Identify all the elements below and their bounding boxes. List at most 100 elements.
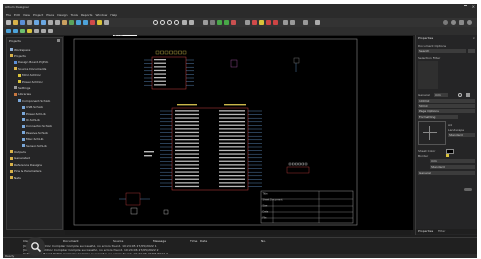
place-icon[interactable]: [231, 20, 236, 25]
tree-item[interactable]: Libraries: [14, 92, 31, 97]
snap-grid-field[interactable]: 50mil: [418, 104, 475, 108]
tab-properties[interactable]: Properties: [418, 229, 433, 233]
menu-view[interactable]: View: [23, 13, 30, 17]
settings-small-icon[interactable]: [466, 93, 470, 97]
layer-icon[interactable]: [259, 20, 264, 25]
tree-item[interactable]: Projects: [10, 53, 26, 58]
tree-item[interactable]: Connector.SchLib: [22, 124, 52, 129]
move-icon[interactable]: [189, 20, 194, 25]
zoom-selected-icon[interactable]: [174, 20, 179, 25]
check-icon[interactable]: [224, 20, 229, 25]
page-options-field[interactable]: Page Options: [418, 109, 475, 113]
grid-icon[interactable]: [210, 20, 215, 25]
tree-item[interactable]: Design Board.PrjPcb: [14, 60, 48, 65]
net-color-icon[interactable]: [252, 20, 257, 25]
tree-item[interactable]: IC.SchLib: [22, 117, 40, 122]
redo-icon[interactable]: [41, 20, 46, 25]
wire-icon[interactable]: [76, 20, 81, 25]
library-icon[interactable]: [41, 29, 46, 33]
compare-icon[interactable]: [34, 29, 39, 33]
column-source[interactable]: Source: [113, 239, 123, 243]
minimize-button[interactable]: [464, 5, 467, 6]
line-icon[interactable]: [290, 20, 295, 25]
zoom-in-icon[interactable]: [153, 20, 158, 25]
lens-button[interactable]: [26, 237, 45, 256]
column-no[interactable]: No.: [261, 239, 266, 243]
harness-icon[interactable]: [20, 29, 25, 33]
filter-icon[interactable]: [6, 29, 11, 33]
new-icon[interactable]: [6, 20, 11, 25]
menu-place[interactable]: Place: [46, 13, 54, 17]
tree-item[interactable]: Component.SchLib: [18, 98, 50, 103]
tree-item[interactable]: Misc.SchLib: [22, 137, 43, 142]
text-frame-icon[interactable]: [48, 29, 53, 33]
menu-edit[interactable]: Edit: [14, 13, 20, 17]
print-icon[interactable]: [27, 20, 32, 25]
tree-item[interactable]: Sensor.SchLib: [22, 143, 47, 148]
notification-icon[interactable]: [459, 20, 464, 25]
undo-icon[interactable]: [34, 20, 39, 25]
gear-icon[interactable]: [451, 20, 456, 25]
cut-icon[interactable]: [48, 20, 53, 25]
menu-reports[interactable]: Reports: [81, 13, 93, 17]
title-block-field[interactable]: Standard: [448, 133, 475, 137]
menu-design[interactable]: Design: [57, 13, 67, 17]
parameters-field[interactable]: General: [418, 171, 475, 175]
gnd-port-icon[interactable]: [273, 20, 278, 25]
zoom-out-icon[interactable]: [160, 20, 165, 25]
port-icon[interactable]: [97, 20, 102, 25]
tree-item[interactable]: Generated: [10, 156, 30, 161]
tab-filter[interactable]: Filter: [438, 229, 445, 233]
visible-grid-field[interactable]: 100mil: [418, 99, 475, 103]
selection-filter-list[interactable]: [418, 61, 438, 89]
menu-help[interactable]: Help: [110, 13, 117, 17]
menu-project[interactable]: Project: [33, 13, 43, 17]
units-field[interactable]: mm: [434, 93, 448, 97]
text-icon[interactable]: [283, 20, 288, 25]
menu-tools[interactable]: Tools: [71, 13, 78, 17]
compile-icon[interactable]: [69, 20, 74, 25]
tree-item[interactable]: Workspace: [10, 47, 30, 52]
tree-item[interactable]: Power.SchLib: [22, 111, 46, 116]
toggle-switch[interactable]: [464, 188, 472, 191]
align-icon[interactable]: [203, 20, 208, 25]
power-icon[interactable]: [27, 29, 32, 33]
tree-item[interactable]: MCU.SchDoc: [18, 73, 41, 78]
close-button[interactable]: ×: [472, 5, 475, 9]
tree-item[interactable]: Reference Designs: [10, 162, 42, 167]
column-document[interactable]: Document: [63, 239, 79, 243]
menu-window[interactable]: Window: [95, 13, 107, 17]
help-icon[interactable]: [467, 20, 472, 25]
sheet-icon[interactable]: [245, 20, 250, 25]
zoom-fit-icon[interactable]: [167, 20, 172, 25]
formatting-field[interactable]: Formatting: [418, 115, 458, 119]
panel-menu-icon[interactable]: [57, 39, 60, 42]
tree-item[interactable]: Nets: [10, 175, 21, 180]
tree-item[interactable]: Outputs: [10, 149, 26, 154]
user-icon[interactable]: [443, 20, 448, 25]
filter-dropdown-icon[interactable]: [468, 49, 475, 53]
tree-item[interactable]: USB.SchLib: [22, 105, 43, 110]
paste-icon[interactable]: [62, 20, 67, 25]
bus-icon[interactable]: [83, 20, 88, 25]
save-icon[interactable]: [20, 20, 25, 25]
border-checkbox[interactable]: [446, 154, 449, 157]
tree-item[interactable]: Power.SchDoc: [18, 79, 43, 84]
menu-file[interactable]: File: [6, 13, 11, 17]
units-dropdown[interactable]: mm: [430, 159, 475, 163]
part-icon[interactable]: [90, 20, 95, 25]
column-date[interactable]: Date: [200, 239, 207, 243]
tree-item[interactable]: Source Documents: [14, 66, 46, 71]
power-port-icon[interactable]: [266, 20, 271, 25]
open-icon[interactable]: [13, 20, 18, 25]
tree-item[interactable]: Pins & Parameters: [10, 169, 41, 174]
copy-icon[interactable]: [55, 20, 60, 25]
marker-icon[interactable]: [315, 20, 320, 25]
route-icon[interactable]: [13, 29, 18, 33]
refresh-icon[interactable]: [458, 93, 462, 97]
template-dropdown[interactable]: Standard: [430, 165, 475, 169]
column-time[interactable]: Time: [190, 239, 197, 243]
netlabel-icon[interactable]: [104, 20, 109, 25]
tree-item[interactable]: Passive.SchLib: [22, 130, 48, 135]
column-message[interactable]: Message: [153, 239, 166, 243]
